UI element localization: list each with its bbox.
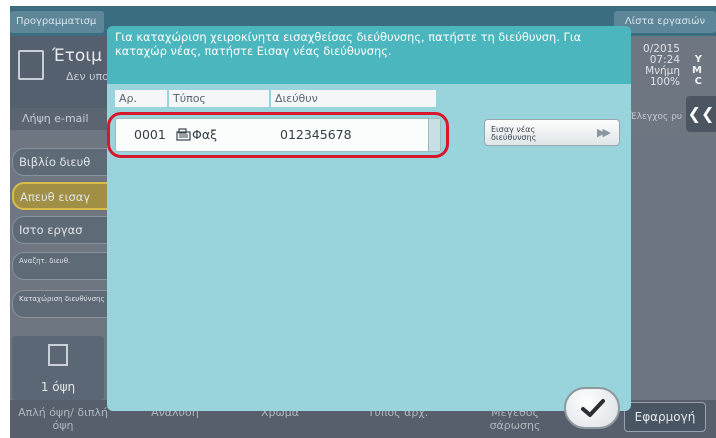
- column-address: Διεύθυν: [271, 90, 436, 107]
- copy-mode-label: 1 όψη: [40, 380, 76, 394]
- new-address-button[interactable]: Εισαγ νέας διεύθυνσης ▶▶: [484, 119, 620, 146]
- toner-c: C: [694, 76, 702, 87]
- copy-mode-button[interactable]: 1 όψη: [12, 336, 104, 400]
- address-dialog: Για καταχώριση χειροκίνητα εισαχθείσας δ…: [107, 26, 631, 429]
- apply-button[interactable]: Εφαρμογή: [624, 402, 706, 432]
- right-panel: [622, 136, 716, 400]
- check-settings-label[interactable]: Έλεγχος ρυ: [630, 112, 682, 122]
- new-address-label: Εισαγ νέας διεύθυνσης: [491, 125, 537, 142]
- double-chevron-right-icon: ▶▶: [597, 126, 611, 139]
- toner-y: Y: [694, 54, 702, 65]
- memory-value: 100%: [649, 76, 680, 88]
- dialog-header: Για καταχώριση χειροκίνητα εισαχθείσας δ…: [107, 26, 631, 84]
- ok-button[interactable]: [564, 387, 620, 429]
- checkmark-icon: [581, 399, 605, 417]
- column-type: Τύπος: [169, 90, 269, 107]
- document-icon: [18, 50, 44, 80]
- status-subtitle: Δεν υπο: [66, 70, 109, 83]
- tab-duplex[interactable]: Απλή όψη/ διπλή όψη: [18, 406, 108, 432]
- tab-programs[interactable]: Προγραμματισμ: [10, 11, 104, 33]
- double-chevron-left-icon[interactable]: ❮❮: [686, 96, 716, 132]
- dialog-message: Για καταχώριση χειροκίνητα εισαχθείσας δ…: [115, 30, 582, 58]
- column-number: Αρ.: [115, 90, 167, 107]
- status-info: 0/2015 07:24 Μνήμη 100% Y M C: [630, 44, 702, 88]
- pages-icon: [48, 344, 68, 366]
- toner-levels: Y M C: [688, 54, 702, 87]
- toner-m: M: [692, 65, 702, 76]
- entry-highlight-ring: [107, 112, 449, 158]
- status-title: Έτοιμ: [52, 46, 102, 66]
